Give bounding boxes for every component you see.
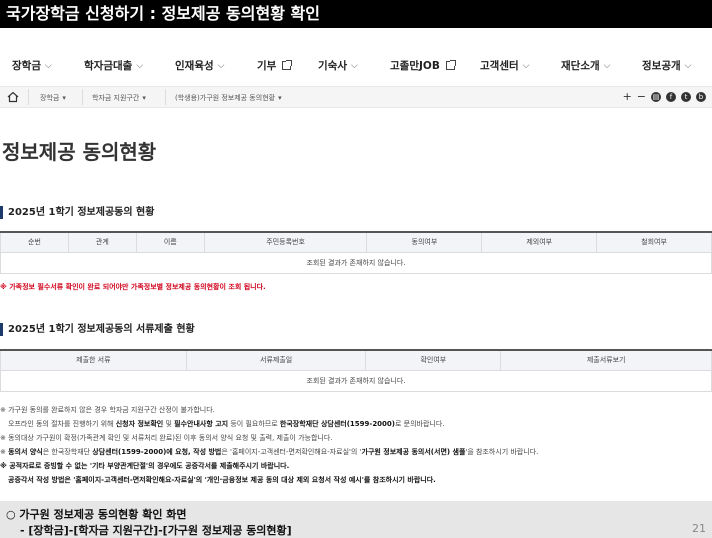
chevron-down-icon: ⌵ [522, 60, 530, 71]
caption-path: - [장학금]-[학자금 지원구간]-[가구원 정보제공 동의현황] [20, 524, 292, 537]
nav-item-scholarship[interactable]: 장학금 ⌵ [12, 58, 52, 73]
nav-label: 인재육성 [175, 60, 214, 72]
nav-label: 학자금대출 [84, 60, 133, 72]
column-header: 순번 [0, 231, 69, 253]
caret-down-icon: ▾ [62, 94, 66, 102]
section-title: 2025년 1학기 정보제공동의 서류제출 현황 [0, 323, 195, 336]
page-number: 21 [692, 522, 706, 535]
notice-item: ※ 동의서 양식은 한국장학재단 상담센터(1599-2000)에 요청, 작성… [0, 448, 539, 456]
breadcrumb-label: 학자금 지원구간 [92, 94, 140, 102]
page-title: 정보제공 동의현황 [2, 140, 157, 164]
column-header: 동의여부 [366, 231, 483, 253]
nav-item-dormitory[interactable]: 기숙사 ⌵ [318, 58, 358, 73]
external-link-icon [282, 60, 293, 70]
chevron-down-icon: ⌵ [136, 60, 144, 71]
column-header: 확인여부 [365, 349, 502, 371]
column-header: 제출한 서류 [0, 349, 187, 371]
document-submission-table: 제출한 서류 서류제출일 확인여부 제출서류보기 조회된 결과가 존재하지 않습… [0, 349, 712, 392]
column-header: 철회여부 [596, 231, 712, 253]
divider [28, 89, 29, 105]
table-row: 조회된 결과가 존재하지 않습니다. [0, 369, 712, 392]
nav-label: 고객센터 [480, 60, 519, 72]
table-row: 조회된 결과가 존재하지 않습니다. [0, 251, 712, 274]
caret-down-icon: ▾ [142, 94, 146, 102]
divider [165, 89, 166, 105]
notice-item: ※ 동의대상 가구원이 확정(가족관계 확인 및 서류처리 완료)된 이후 동의… [0, 434, 333, 442]
column-header: 관계 [67, 231, 137, 253]
nav-item-about[interactable]: 재단소개 ⌵ [561, 58, 610, 73]
nav-item-talent[interactable]: 인재육성 ⌵ [175, 58, 224, 73]
notice-item: 공증각서 작성 방법은 '홈페이지-고객센터-면저확인해요-자료실'의 '개인·… [8, 476, 436, 484]
caption-line: ○ 가구원 정보제공 동의현황 확인 화면 [6, 508, 187, 521]
chevron-down-icon: ⌵ [44, 60, 52, 71]
chevron-down-icon: ⌵ [217, 60, 225, 71]
print-icon[interactable]: ▤ [651, 91, 661, 102]
warning-text: ※ 가족정보 필수서류 확인이 완료 되어야만 가족정보별 정보제공 동의현황이… [0, 283, 266, 291]
notice-list: ※ 가구원 동의를 완료하지 않은 경우 학자금 지원구간 산정이 불가합니다.… [0, 403, 712, 487]
nav-item-donation[interactable]: 기부 [257, 58, 293, 73]
caret-down-icon: ▾ [278, 94, 282, 102]
chevron-down-icon: ⌵ [350, 60, 358, 71]
column-header: 이름 [135, 231, 205, 253]
slide-caption: ○ 가구원 정보제공 동의현황 확인 화면 - [장학금]-[학자금 지원구간]… [0, 501, 712, 538]
breadcrumb-label: 장학금 [40, 94, 60, 102]
nav-item-disclosure[interactable]: 정보공개 ⌵ [642, 58, 691, 73]
external-link-icon [445, 60, 456, 70]
nav-item-support[interactable]: 고객센터 ⌵ [480, 58, 529, 73]
nav-label: 정보공개 [642, 60, 681, 72]
notice-item: ※ 가구원 동의를 완료하지 않은 경우 학자금 지원구간 산정이 불가합니다. [0, 406, 215, 414]
breadcrumb-label: (학생용)가구원 정보제공 동의현황 [175, 94, 276, 102]
zoom-in-button[interactable]: + [623, 90, 632, 103]
empty-message: 조회된 결과가 존재하지 않습니다. [0, 369, 712, 392]
breadcrumb-item[interactable]: (학생용)가구원 정보제공 동의현황 ▾ [175, 93, 282, 103]
breadcrumb: 장학금 ▾ 학자금 지원구간 ▾ (학생용)가구원 정보제공 동의현황 ▾ + … [0, 86, 712, 108]
breadcrumb-item[interactable]: 장학금 ▾ [40, 93, 66, 103]
blog-icon[interactable]: b [696, 91, 706, 102]
chevron-down-icon: ⌵ [684, 60, 692, 71]
nav-label: 고졸만JOB [390, 60, 440, 72]
slide-title: 국가장학금 신청하기 : 정보제공 동의현황 확인 [0, 0, 712, 28]
notice-item: 오프라인 동의 절차를 진행하기 위해 신청자 정보확인 및 필수안내사항 고지… [8, 420, 445, 428]
breadcrumb-item[interactable]: 학자금 지원구간 ▾ [92, 93, 146, 103]
twitter-icon[interactable]: t [681, 91, 691, 102]
nav-label: 기부 [257, 60, 277, 72]
main-nav: 장학금 ⌵ 학자금대출 ⌵ 인재육성 ⌵ 기부 기숙사 ⌵ 고졸만JOB 고객센… [0, 52, 712, 80]
facebook-icon[interactable]: f [666, 91, 676, 102]
notice-item: ※ 공적자료로 증빙할 수 없는 '기타 부양관계단절'의 경우에도 공증각서를… [0, 462, 290, 470]
home-icon[interactable] [7, 91, 19, 103]
column-header: 서류제출일 [185, 349, 367, 371]
empty-message: 조회된 결과가 존재하지 않습니다. [0, 251, 712, 274]
chevron-down-icon: ⌵ [603, 60, 611, 71]
section-title: 2025년 1학기 정보제공동의 현황 [0, 206, 154, 219]
nav-item-loan[interactable]: 학자금대출 ⌵ [84, 58, 143, 73]
zoom-out-button[interactable]: − [637, 90, 646, 103]
nav-label: 장학금 [12, 60, 41, 72]
column-header: 주민등록번호 [203, 231, 368, 253]
column-header: 제출서류보기 [500, 349, 712, 371]
page-tools: + − ▤ f t b [623, 90, 706, 103]
divider [82, 89, 83, 105]
column-header: 제외여부 [481, 231, 598, 253]
nav-item-job[interactable]: 고졸만JOB [390, 58, 456, 73]
nav-label: 재단소개 [561, 60, 600, 72]
consent-status-table: 순번 관계 이름 주민등록번호 동의여부 제외여부 철회여부 조회된 결과가 존… [0, 231, 712, 274]
nav-label: 기숙사 [318, 60, 347, 72]
